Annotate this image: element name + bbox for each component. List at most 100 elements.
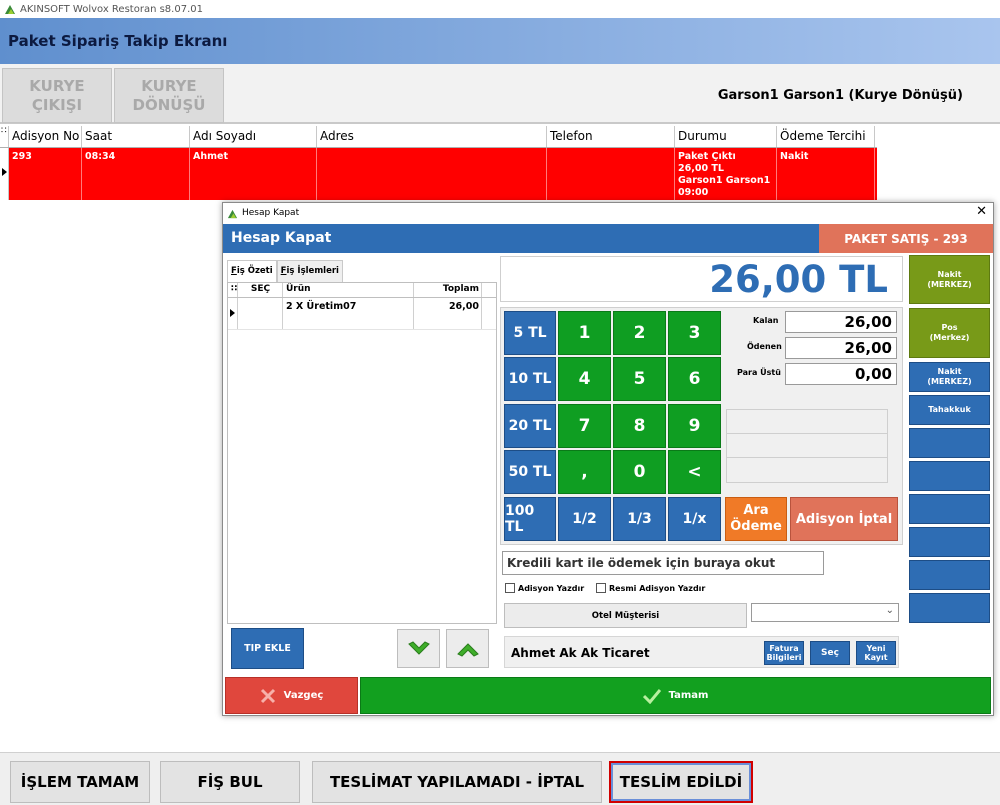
- amount-50-button[interactable]: 50 TL: [504, 450, 556, 494]
- tab-fis-islemleri[interactable]: Fiş İşlemleri: [276, 260, 343, 282]
- fis-grid-header: ∷ SEÇ Ürün Toplam: [228, 283, 496, 298]
- amount-20-button[interactable]: 20 TL: [504, 404, 556, 448]
- toolbar: KURYE ÇIKIŞI KURYE DÖNÜŞÜ Garson1 Garson…: [0, 64, 1000, 124]
- payment-empty-button[interactable]: [909, 527, 990, 557]
- row-indicator-icon: [0, 148, 9, 200]
- payment-empty-button[interactable]: [909, 461, 990, 491]
- orders-grid: ∷ Adisyon No Saat Adı Soyadı Adres Telef…: [0, 126, 877, 200]
- col-telefon[interactable]: Telefon: [547, 126, 675, 147]
- col-adi-soyadi[interactable]: Adı Soyadı: [190, 126, 317, 147]
- islem-tamam-button[interactable]: İŞLEM TAMAM: [10, 761, 150, 803]
- key-8-button[interactable]: 8: [613, 404, 666, 448]
- col-sec[interactable]: SEÇ: [238, 283, 283, 297]
- dialog-title: Hesap Kapat: [242, 208, 300, 218]
- col-durumu[interactable]: Durumu: [675, 126, 777, 147]
- resmi-adisyon-yazdir-checkbox[interactable]: Resmi Adisyon Yazdır: [596, 583, 705, 593]
- key-backspace-button[interactable]: <: [668, 450, 721, 494]
- key-5-button[interactable]: 5: [613, 357, 666, 401]
- kredi-card-input[interactable]: Kredili kart ile ödemek için buraya okut: [502, 551, 824, 575]
- amount-5-button[interactable]: 5 TL: [504, 311, 556, 355]
- cell-urun: 2 X Üretim07: [283, 298, 414, 329]
- amount-100-button[interactable]: 100 TL: [504, 497, 556, 541]
- key-3-button[interactable]: 3: [668, 311, 721, 355]
- cell-adres: [317, 148, 547, 200]
- kurye-cikisi-button[interactable]: KURYE ÇIKIŞI: [2, 68, 112, 123]
- kalan-field[interactable]: 26,00: [785, 311, 897, 333]
- amount-10-button[interactable]: 10 TL: [504, 357, 556, 401]
- fis-indicator-header: ∷: [228, 283, 238, 297]
- close-icon[interactable]: ✕: [976, 205, 987, 219]
- cell-durum: Paket Çıktı 26,00 TL Garson1 Garson1 09:…: [675, 148, 777, 200]
- key-0-button[interactable]: 0: [613, 450, 666, 494]
- move-up-button[interactable]: [446, 629, 489, 668]
- cell-sec[interactable]: [238, 298, 283, 329]
- cell-adi: Ahmet: [190, 148, 317, 200]
- fis-bul-button[interactable]: FİŞ BUL: [160, 761, 300, 803]
- adisyon-yazdir-checkbox[interactable]: Adisyon Yazdır: [505, 583, 584, 593]
- info-line: [727, 410, 887, 434]
- app-logo-icon: [5, 5, 15, 14]
- payment-empty-button[interactable]: [909, 593, 990, 623]
- fatura-bilgileri-button[interactable]: Fatura Bilgileri: [764, 641, 804, 665]
- para-ustu-field[interactable]: 0,00: [785, 363, 897, 385]
- key-comma-button[interactable]: ,: [558, 450, 611, 494]
- cell-saat: 08:34: [82, 148, 190, 200]
- move-down-button[interactable]: [397, 629, 440, 668]
- adisyon-iptal-button[interactable]: Adisyon İptal: [790, 497, 898, 541]
- screen-title: Paket Sipariş Takip Ekranı: [8, 32, 228, 50]
- fis-tabs: Fiş Özeti Fiş İşlemleri: [227, 260, 343, 282]
- fis-grid: ∷ SEÇ Ürün Toplam 2 X Üretim07 26,00: [227, 282, 497, 624]
- key-6-button[interactable]: 6: [668, 357, 721, 401]
- odenen-field[interactable]: 26,00: [785, 337, 897, 359]
- payment-empty-button[interactable]: [909, 428, 990, 458]
- sec-button[interactable]: Seç: [810, 641, 850, 665]
- key-7-button[interactable]: 7: [558, 404, 611, 448]
- col-adisyon-no[interactable]: Adisyon No: [9, 126, 82, 147]
- key-2-button[interactable]: 2: [613, 311, 666, 355]
- key-4-button[interactable]: 4: [558, 357, 611, 401]
- payment-empty-button[interactable]: [909, 494, 990, 524]
- cell-adisyon-no: 293: [9, 148, 82, 200]
- dialog-header: Hesap Kapat: [223, 224, 819, 253]
- list-item[interactable]: 2 X Üretim07 26,00: [228, 298, 496, 330]
- col-adres[interactable]: Adres: [317, 126, 547, 147]
- chevron-down-icon: [407, 640, 430, 655]
- tip-ekle-button[interactable]: TIP EKLE: [231, 628, 304, 669]
- teslimat-iptal-button[interactable]: TESLİMAT YAPILAMADI - İPTAL: [312, 761, 602, 803]
- fraction-third-button[interactable]: 1/3: [613, 497, 666, 541]
- vazgec-button[interactable]: Vazgeç: [225, 677, 358, 714]
- bottom-bar: İŞLEM TAMAM FİŞ BUL TESLİMAT YAPILAMADI …: [0, 752, 1000, 805]
- payment-empty-button[interactable]: [909, 560, 990, 590]
- payment-pos-merkez-button[interactable]: Pos (Merkez): [909, 308, 990, 358]
- kalan-label: Kalan: [753, 316, 779, 325]
- table-row[interactable]: 293 08:34 Ahmet Paket Çıktı 26,00 TL Gar…: [0, 148, 877, 200]
- yeni-kayit-button[interactable]: Yeni Kayıt: [856, 641, 896, 665]
- checkbox-icon: [505, 583, 515, 593]
- otel-musterisi-select[interactable]: ⌄: [751, 603, 899, 622]
- tab-fis-ozeti[interactable]: Fiş Özeti: [227, 260, 277, 282]
- grid-indicator-header: ∷: [0, 126, 9, 147]
- tamam-button[interactable]: Tamam: [360, 677, 991, 714]
- col-toplam[interactable]: Toplam: [414, 283, 482, 297]
- customer-name: Ahmet Ak Ak Ticaret: [511, 646, 650, 660]
- payment-nakit-merkez-button[interactable]: Nakit (MERKEZ): [909, 255, 990, 304]
- key-1-button[interactable]: 1: [558, 311, 611, 355]
- key-9-button[interactable]: 9: [668, 404, 721, 448]
- kurye-donusu-button[interactable]: KURYE DÖNÜŞÜ: [114, 68, 224, 123]
- odenen-label: Ödenen: [747, 342, 782, 351]
- col-odeme-tercihi[interactable]: Ödeme Tercihi: [777, 126, 875, 147]
- fraction-half-button[interactable]: 1/2: [558, 497, 611, 541]
- payment-tahakkuk-button[interactable]: Tahakkuk: [909, 395, 990, 425]
- info-line: [727, 458, 887, 482]
- ara-odeme-button[interactable]: Ara Ödeme: [725, 497, 787, 541]
- grid-header: ∷ Adisyon No Saat Adı Soyadı Adres Telef…: [0, 126, 877, 148]
- fraction-x-button[interactable]: 1/x: [668, 497, 721, 541]
- otel-musterisi-button[interactable]: Otel Müşterisi: [504, 603, 747, 628]
- teslim-edildi-button[interactable]: TESLİM EDİLDİ: [609, 761, 753, 803]
- col-urun[interactable]: Ürün: [283, 283, 414, 297]
- chevron-up-icon: [456, 642, 479, 657]
- payment-nakit-merkez-2-button[interactable]: Nakit (MERKEZ): [909, 362, 990, 392]
- chevron-down-icon: ⌄: [885, 605, 894, 616]
- col-saat[interactable]: Saat: [82, 126, 190, 147]
- close-icon: [260, 688, 275, 703]
